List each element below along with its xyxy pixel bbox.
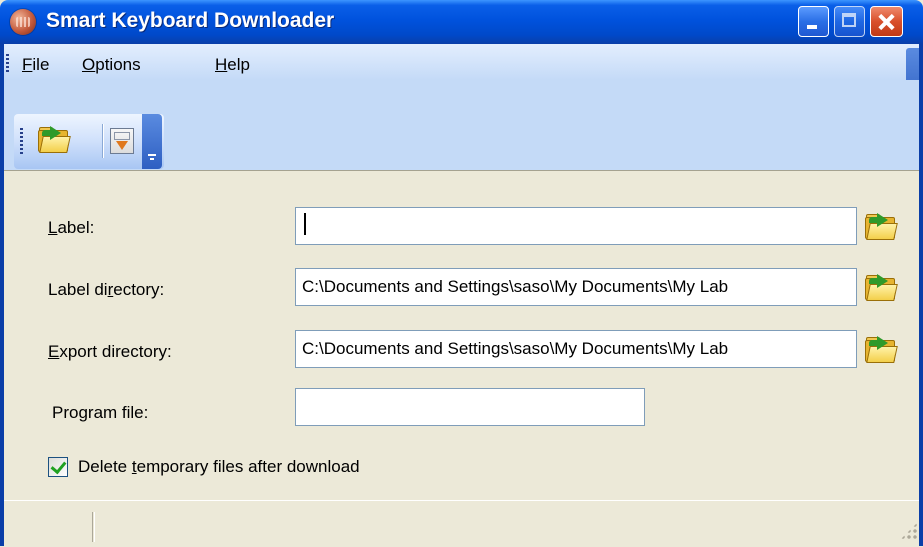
label-directory-label: Label directory:: [48, 280, 165, 299]
toolbar-separator: [102, 124, 104, 158]
status-pane-divider: [94, 512, 95, 542]
label-input[interactable]: [295, 207, 857, 245]
label-directory-label-a: Label di: [48, 280, 108, 299]
label-browse-button[interactable]: [862, 207, 898, 245]
open-folder-button[interactable]: [38, 126, 71, 158]
window-title: Smart Keyboard Downloader: [46, 9, 335, 32]
close-button[interactable]: [870, 6, 903, 37]
label-field-label-rest: abel:: [57, 218, 95, 237]
minimize-button[interactable]: [798, 6, 829, 37]
export-directory-label: Export directory:: [48, 342, 172, 361]
label-directory-label-b: ectory:: [113, 280, 165, 299]
status-bar: [0, 500, 923, 547]
menu-options[interactable]: Options: [82, 55, 141, 75]
menu-file-rest: ile: [32, 55, 50, 74]
menu-help[interactable]: Help: [215, 55, 250, 75]
toolbar-overflow-arrow-icon: [150, 158, 154, 160]
toolbar-grip[interactable]: [20, 128, 23, 156]
program-file-input[interactable]: [295, 388, 645, 426]
browse-folder-icon: [865, 336, 898, 363]
export-directory-input[interactable]: [295, 330, 857, 368]
status-pane: [10, 512, 93, 542]
toolbar-overflow-button[interactable]: [142, 114, 162, 169]
menu-file[interactable]: File: [22, 55, 49, 75]
export-directory-label-rest: xport directory:: [59, 342, 172, 361]
window-right-border: [919, 44, 923, 546]
label-field-label: Label:: [48, 218, 95, 237]
keyboard-app-icon[interactable]: [10, 9, 36, 35]
title-bar[interactable]: Smart Keyboard Downloader: [0, 0, 923, 44]
text-caret: [304, 213, 306, 235]
browse-folder-icon: [865, 274, 898, 301]
delete-temp-label-b: emporary files after download: [136, 457, 360, 476]
menu-bar: File Options Help: [0, 44, 923, 80]
browse-folder-icon: [865, 213, 898, 240]
download-button[interactable]: [106, 126, 138, 158]
program-file-label: Program file:: [52, 403, 149, 422]
maximize-button[interactable]: [834, 6, 865, 37]
menu-grip[interactable]: [6, 54, 9, 72]
menu-help-rest: elp: [227, 55, 250, 74]
window-left-border: [0, 44, 4, 546]
toolbar-overflow-chevron-icon: [148, 154, 156, 156]
menu-options-rest: ptions: [95, 55, 141, 74]
delete-temp-label-a: Delete: [78, 457, 132, 476]
delete-temp-checkbox[interactable]: [48, 457, 68, 477]
download-icon: [110, 128, 134, 154]
export-directory-browse-button[interactable]: [862, 330, 898, 368]
open-folder-icon: [38, 126, 71, 153]
label-directory-browse-button[interactable]: [862, 268, 898, 306]
label-directory-input[interactable]: [295, 268, 857, 306]
delete-temp-label[interactable]: Delete temporary files after download: [78, 457, 360, 477]
